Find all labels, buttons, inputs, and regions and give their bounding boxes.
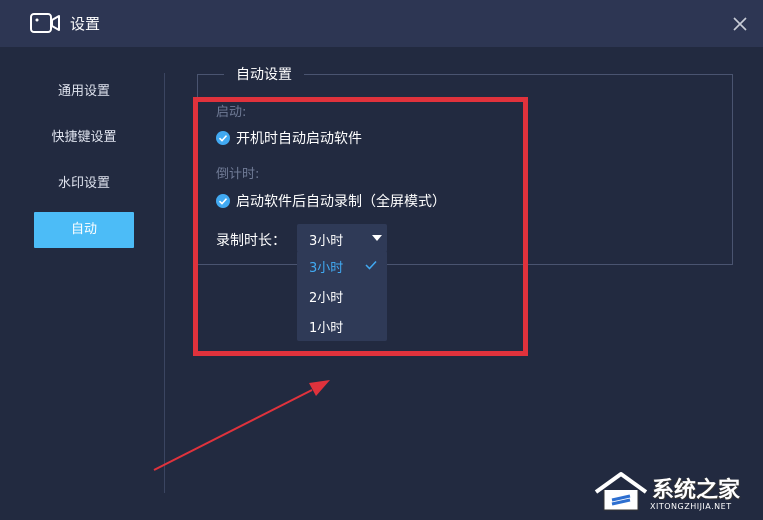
watermark: 系统之家 XITONGZHIJIA.NET <box>588 466 756 516</box>
sidebar-divider <box>164 73 165 493</box>
close-icon[interactable] <box>729 13 751 35</box>
annotation-highlight-box <box>193 97 528 356</box>
watermark-name: 系统之家 <box>652 478 741 503</box>
watermark-url: XITONGZHIJIA.NET <box>650 502 732 511</box>
sidebar-item-general[interactable]: 通用设置 <box>34 74 134 110</box>
camera-icon <box>30 13 60 33</box>
sidebar-item-watermark[interactable]: 水印设置 <box>34 166 134 202</box>
auto-settings-legend: 自动设置 <box>224 64 304 84</box>
title-bar: 设置 <box>0 0 763 47</box>
sidebar-item-auto[interactable]: 自动 <box>34 212 134 248</box>
sidebar-item-hotkeys[interactable]: 快捷键设置 <box>34 120 134 156</box>
house-logo-icon <box>594 472 648 511</box>
window-title: 设置 <box>70 15 101 33</box>
